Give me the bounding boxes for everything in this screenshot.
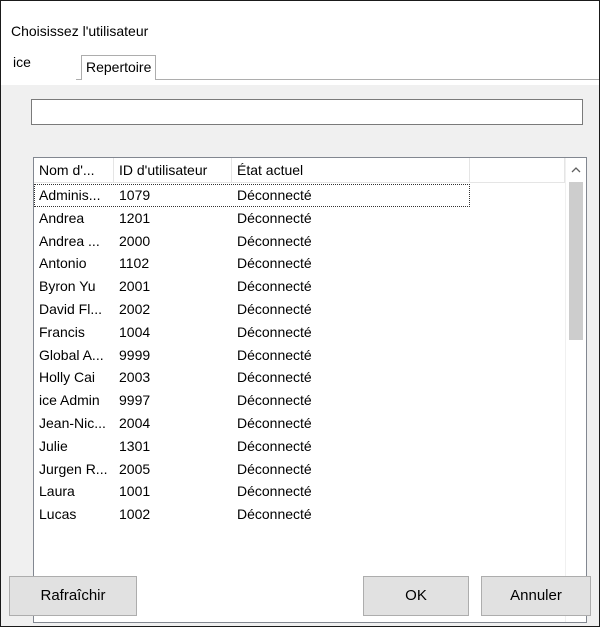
tab-ice[interactable]: ice bbox=[7, 48, 37, 78]
table-row[interactable]: Andrea ... 2000 Déconnecté bbox=[34, 230, 565, 253]
cell-user-id: 1102 bbox=[119, 255, 150, 272]
table-row[interactable]: Julie 1301 Déconnecté bbox=[34, 435, 565, 458]
cell-status: Déconnecté bbox=[237, 323, 312, 340]
scroll-thumb[interactable] bbox=[569, 182, 583, 340]
cell-name: Andrea ... bbox=[39, 232, 100, 249]
cell-status: Déconnecté bbox=[237, 187, 312, 203]
cell-status: Déconnecté bbox=[237, 506, 312, 523]
search-input[interactable] bbox=[31, 99, 583, 125]
ok-button[interactable]: OK bbox=[363, 576, 469, 616]
cell-user-id: 9999 bbox=[119, 346, 151, 363]
cell-user-id: 1079 bbox=[119, 187, 151, 203]
cell-status: Déconnecté bbox=[237, 278, 312, 295]
cell-user-id: 2003 bbox=[119, 369, 151, 386]
list-rows: Adminis... 1079 Déconnecté Andrea 1201 Déconn… bbox=[34, 184, 565, 526]
table-row[interactable]: Byron Yu 2001 Déconnecté bbox=[34, 275, 565, 298]
dialog-title: Choisissez l'utilisateur bbox=[11, 23, 149, 39]
cell-name: Antonio bbox=[39, 255, 87, 272]
cell-name: Julie bbox=[39, 437, 68, 454]
cell-user-id: 2001 bbox=[119, 278, 151, 295]
cell-user-id: 1201 bbox=[119, 209, 151, 226]
refresh-button[interactable]: Rafraîchir bbox=[9, 576, 137, 616]
users-list[interactable]: Nom d'... ID d'utilisateur État actuel A… bbox=[33, 157, 587, 623]
tab-repertoire[interactable]: Repertoire bbox=[81, 55, 157, 80]
tab-panel-ice: Nom d'... ID d'utilisateur État actuel A… bbox=[7, 85, 592, 623]
cell-status: Déconnecté bbox=[237, 346, 312, 363]
cell-status: Déconnecté bbox=[237, 255, 312, 272]
cell-name: Holly Cai bbox=[39, 369, 96, 386]
cell-name: Jean-Nic... bbox=[39, 414, 106, 431]
cancel-button[interactable]: Annuler bbox=[481, 576, 591, 616]
table-row[interactable]: Laura 1001 Déconnecté bbox=[34, 480, 565, 503]
cell-name: Laura bbox=[39, 483, 75, 500]
column-header-extra[interactable] bbox=[470, 158, 565, 182]
column-header-name[interactable]: Nom d'... bbox=[34, 158, 114, 182]
table-row[interactable]: Jean-Nic... 2004 Déconnecté bbox=[34, 412, 565, 435]
cell-user-id: 2004 bbox=[119, 414, 151, 431]
cell-name: Byron Yu bbox=[39, 278, 96, 295]
cell-user-id: 1002 bbox=[119, 506, 151, 523]
column-header-user-id[interactable]: ID d'utilisateur bbox=[114, 158, 232, 182]
cell-name: Jurgen R... bbox=[39, 460, 108, 477]
cell-user-id: 2000 bbox=[119, 232, 151, 249]
table-row[interactable]: Francis 1004 Déconnecté bbox=[34, 321, 565, 344]
table-row[interactable]: Antonio 1102 Déconnecté bbox=[34, 252, 565, 275]
cell-user-id: 9997 bbox=[119, 392, 151, 409]
cell-name: ice Admin bbox=[39, 392, 100, 409]
cell-status: Déconnecté bbox=[237, 392, 312, 409]
user-chooser-dialog: Choisissez l'utilisateur ice Repertoire … bbox=[0, 0, 600, 627]
cell-status: Déconnecté bbox=[237, 437, 312, 454]
tab-strip: ice Repertoire bbox=[1, 45, 599, 85]
cell-name: Global A... bbox=[39, 346, 104, 363]
chevron-up-icon[interactable] bbox=[566, 160, 586, 180]
table-row[interactable]: Lucas 1002 Déconnecté bbox=[34, 503, 565, 526]
table-row[interactable]: Jurgen R... 2005 Déconnecté bbox=[34, 458, 565, 481]
cell-status: Déconnecté bbox=[237, 209, 312, 226]
list-header: Nom d'... ID d'utilisateur État actuel bbox=[34, 158, 565, 183]
table-row[interactable]: Global A... 9999 Déconnecté bbox=[34, 344, 565, 367]
cell-user-id: 1001 bbox=[119, 483, 151, 500]
cell-user-id: 1004 bbox=[119, 323, 151, 340]
cell-name: Adminis... bbox=[39, 187, 101, 203]
cell-user-id: 2005 bbox=[119, 460, 151, 477]
cell-name: Lucas bbox=[39, 506, 77, 523]
cell-name: Francis bbox=[39, 323, 85, 340]
cell-status: Déconnecté bbox=[237, 414, 312, 431]
cell-status: Déconnecté bbox=[237, 483, 312, 500]
cell-status: Déconnecté bbox=[237, 232, 312, 249]
cell-user-id: 1301 bbox=[119, 437, 151, 454]
vertical-scrollbar[interactable] bbox=[565, 158, 586, 622]
table-row[interactable]: Adminis... 1079 Déconnecté bbox=[34, 184, 565, 207]
column-header-status[interactable]: État actuel bbox=[232, 158, 470, 182]
cell-status: Déconnecté bbox=[237, 460, 312, 477]
cell-name: David Fl... bbox=[39, 300, 103, 317]
cell-user-id: 2002 bbox=[119, 300, 151, 317]
table-row[interactable]: Holly Cai 2003 Déconnecté bbox=[34, 366, 565, 389]
title-bar: Choisissez l'utilisateur bbox=[1, 1, 599, 45]
cell-status: Déconnecté bbox=[237, 300, 312, 317]
table-row[interactable]: ice Admin 9997 Déconnecté bbox=[34, 389, 565, 412]
table-row[interactable]: Andrea 1201 Déconnecté bbox=[34, 207, 565, 230]
cell-name: Andrea bbox=[39, 209, 85, 226]
cell-status: Déconnecté bbox=[237, 369, 312, 386]
table-row[interactable]: David Fl... 2002 Déconnecté bbox=[34, 298, 565, 321]
